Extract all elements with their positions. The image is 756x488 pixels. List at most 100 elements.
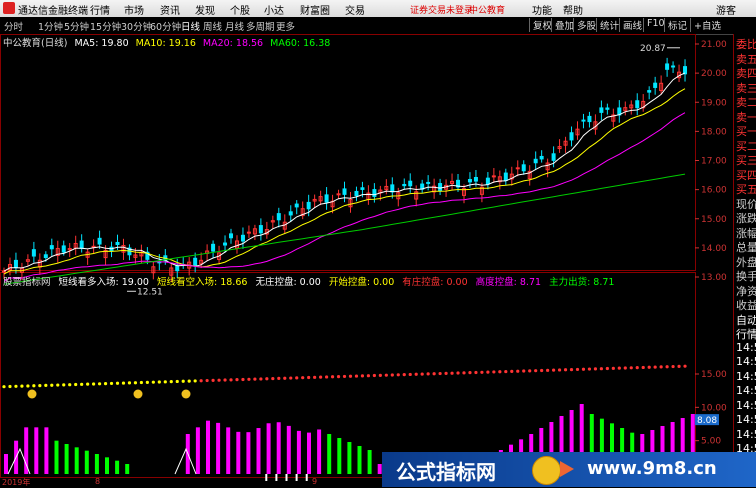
menu-stock[interactable]: 个股 (230, 2, 250, 17)
period-tab[interactable]: 周线 (203, 19, 222, 33)
candle-body (336, 193, 341, 196)
trend-dot (62, 383, 66, 387)
trend-dot (50, 383, 54, 387)
indicator-name: 股票指标网 (3, 277, 51, 288)
menu-news[interactable]: 资讯 (160, 2, 180, 17)
candle-body (587, 115, 592, 123)
trend-dot (384, 373, 388, 377)
candle-body (605, 107, 610, 110)
period-tab-active[interactable]: 日线 (181, 19, 200, 33)
trend-dot (390, 373, 394, 377)
period-tab[interactable]: 多周期 (246, 19, 275, 33)
main-chart-header: 中公教育(日线) MA5: 19.80 MA10: 19.16 MA20: 18… (3, 35, 334, 49)
trend-dot (605, 366, 609, 371)
candle-body (211, 243, 216, 252)
trend-dot (462, 371, 466, 375)
menu-trade[interactable]: 交易 (345, 2, 365, 17)
trend-dot (414, 372, 418, 376)
period-tab[interactable]: 分时 (4, 19, 23, 33)
period-tab[interactable]: 5分钟 (64, 19, 89, 33)
toolbar-btn[interactable]: 画线 (619, 18, 642, 32)
candle-body (551, 153, 556, 161)
ma60-label: MA60: 16.38 (270, 38, 331, 49)
candle-body (408, 180, 413, 187)
trend-dot (139, 380, 143, 385)
menu-market[interactable]: 市场 (124, 2, 144, 17)
edu-link[interactable]: 中公教育 (469, 3, 505, 16)
trend-dot (330, 375, 335, 379)
toolbar-btn[interactable]: +自选 (690, 18, 721, 32)
kline-chart[interactable]: 21.00 20.00 19.00 18.00 17.00 16.00 15.00 14.00… (0, 34, 733, 487)
histogram-bar (195, 427, 200, 474)
y-tick-label: 14.00 (701, 244, 727, 254)
histogram-bar (105, 457, 109, 474)
trend-dot (635, 366, 639, 370)
histogram-bar (266, 423, 271, 474)
trend-dot (103, 382, 108, 386)
trend-dot (498, 370, 502, 374)
toolbar-btn[interactable]: 叠加 (551, 18, 574, 32)
trend-dot (372, 373, 376, 378)
toolbar-btn[interactable]: 多股 (573, 18, 596, 32)
trend-dot (109, 381, 114, 386)
login-notice[interactable]: 证券交易未登录 (410, 3, 473, 16)
trend-dot (2, 385, 6, 389)
y-tick-label: 19.00 (701, 98, 727, 108)
trend-dot (181, 379, 185, 383)
trend-dot (665, 365, 669, 369)
trend-dot (336, 375, 341, 379)
trend-dot (360, 374, 365, 378)
candle-body (503, 172, 508, 181)
trend-dot (575, 367, 580, 372)
watermark-banner: 公式指标网 www.9m8.cn (382, 452, 756, 487)
trend-dot (528, 369, 532, 373)
trend-dot (366, 374, 371, 378)
menu-discover[interactable]: 发现 (195, 2, 215, 17)
trend-dot (133, 381, 138, 385)
trend-dot (522, 369, 526, 373)
candle-body (402, 183, 407, 187)
menu-function[interactable]: 功能 (532, 2, 552, 17)
menu-guest[interactable]: 游客 (716, 2, 736, 17)
trend-dot (145, 380, 149, 384)
trend-dot (163, 380, 167, 384)
toolbar-btn[interactable]: F10 (643, 18, 665, 32)
candle-body (473, 176, 478, 182)
trend-dot (408, 372, 412, 377)
toolbar-btn[interactable]: 标记 (664, 18, 687, 32)
toolbar-btn[interactable]: 统计 (596, 18, 619, 32)
period-tab[interactable]: 月线 (225, 19, 244, 33)
histogram-bar (54, 440, 59, 474)
trend-dot (80, 382, 84, 386)
period-tab[interactable]: 30分钟 (121, 19, 152, 33)
candle-body (635, 100, 640, 109)
indicator-value: 主力出货: 8.71 (549, 277, 615, 288)
histogram-bar (327, 434, 332, 474)
candle-body (288, 211, 293, 216)
candle-body (115, 241, 120, 245)
menu-quotes[interactable]: 行情 (90, 2, 110, 17)
trend-dot (378, 373, 382, 377)
trend-dot (444, 371, 448, 375)
indicator-value: 短线看多入场: 19.00 (58, 277, 149, 288)
candle-body (539, 155, 544, 160)
period-tab[interactable]: 15分钟 (90, 19, 121, 33)
trend-dot (121, 381, 126, 385)
period-tab-more[interactable]: 更多 (276, 19, 295, 33)
menu-wealth-circle[interactable]: 财富圈 (300, 2, 330, 17)
side-panel-item: 14:5 (736, 427, 756, 441)
menu-xiaoda[interactable]: 小达 (264, 2, 284, 17)
candle-body (342, 188, 347, 195)
y-tick-label: 20.00 (701, 69, 727, 79)
trend-dot (599, 367, 603, 371)
menu-help[interactable]: 帮助 (563, 2, 583, 17)
candle-body (354, 190, 359, 197)
period-tab[interactable]: 1分钟 (38, 19, 63, 33)
period-tab[interactable]: 60分钟 (150, 19, 181, 33)
period-toolbar: 分时 1分钟 5分钟 15分钟 30分钟 60分钟 日线 周线 月线 多周期 更… (0, 17, 756, 35)
candle-body (294, 203, 299, 208)
y-tick-label: 10.00 (701, 403, 727, 413)
trend-dot (486, 370, 490, 374)
toolbar-btn[interactable]: 复权 (529, 18, 552, 32)
trend-dot (504, 369, 508, 374)
